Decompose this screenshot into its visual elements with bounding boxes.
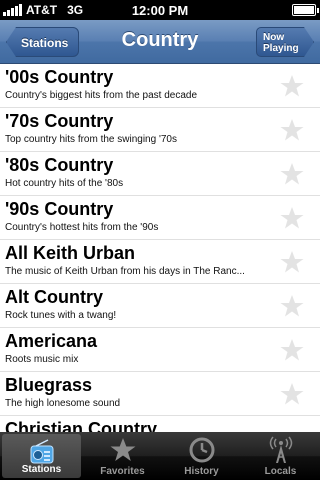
- list-item[interactable]: Christian Country: [0, 416, 320, 432]
- tab-favorites[interactable]: Favorites: [83, 432, 162, 480]
- station-subtitle: The music of Keith Urban from his days i…: [5, 266, 245, 277]
- star-icon: [110, 438, 135, 461]
- station-title: '90s Country: [5, 199, 114, 219]
- tab-label: Locals: [264, 466, 297, 477]
- tab-stations[interactable]: Stations: [2, 434, 81, 478]
- station-subtitle: Rock tunes with a twang!: [5, 310, 117, 321]
- list-item[interactable]: Americana Roots music mix: [0, 328, 320, 372]
- now-playing-line1: Now: [263, 32, 285, 43]
- station-subtitle: Roots music mix: [5, 354, 79, 365]
- station-title: Alt Country: [5, 287, 103, 307]
- tab-locals[interactable]: Locals: [241, 432, 320, 480]
- station-title: Christian Country: [5, 419, 158, 432]
- station-subtitle: Country's biggest hits from the past dec…: [5, 90, 198, 101]
- station-subtitle: Hot country hits of the '80s: [5, 178, 124, 189]
- now-playing-line2: Playing: [263, 43, 299, 54]
- station-title: Americana: [5, 331, 98, 351]
- list-item[interactable]: Alt Country Rock tunes with a twang!: [0, 284, 320, 328]
- now-playing-button[interactable]: Now Playing: [256, 27, 314, 57]
- tab-label: Favorites: [100, 466, 145, 477]
- list-item[interactable]: '90s Country Country's hottest hits from…: [0, 196, 320, 240]
- station-title: '80s Country: [5, 155, 114, 175]
- tab-label: Stations: [21, 464, 62, 475]
- station-title: All Keith Urban: [5, 243, 136, 263]
- favorite-star-icon[interactable]: [280, 162, 304, 186]
- navigation-bar: Stations Country Now Playing: [0, 20, 320, 64]
- clock-icon: [189, 437, 214, 463]
- status-bar: AT&T 3G 12:00 PM: [0, 0, 320, 20]
- favorite-star-icon[interactable]: [280, 338, 304, 362]
- station-title: '00s Country: [5, 67, 114, 87]
- list-item[interactable]: All Keith Urban The music of Keith Urban…: [0, 240, 320, 284]
- battery-icon: [292, 4, 319, 16]
- station-subtitle: Top country hits from the swinging '70s: [5, 134, 177, 145]
- list-item[interactable]: Bluegrass The high lonesome sound: [0, 372, 320, 416]
- favorite-star-icon[interactable]: [280, 294, 304, 318]
- favorite-star-icon[interactable]: [280, 250, 304, 274]
- favorite-star-icon[interactable]: [280, 74, 304, 98]
- radio-icon: [30, 439, 53, 464]
- favorite-star-icon[interactable]: [280, 118, 304, 142]
- list-item[interactable]: '00s Country Country's biggest hits from…: [0, 64, 320, 108]
- station-list[interactable]: '00s Country Country's biggest hits from…: [0, 64, 320, 432]
- list-item[interactable]: '70s Country Top country hits from the s…: [0, 108, 320, 152]
- favorite-star-icon[interactable]: [280, 382, 304, 406]
- station-subtitle: The high lonesome sound: [5, 398, 121, 409]
- tab-label: History: [184, 466, 219, 477]
- station-title: '70s Country: [5, 111, 114, 131]
- station-subtitle: Country's hottest hits from the '90s: [5, 222, 159, 233]
- tab-bar: Stations Favorites History Locals: [0, 432, 320, 480]
- list-item[interactable]: '80s Country Hot country hits of the '80…: [0, 152, 320, 196]
- station-title: Bluegrass: [5, 375, 93, 395]
- antenna-icon: [269, 436, 292, 463]
- favorite-star-icon[interactable]: [280, 206, 304, 230]
- clock: 12:00 PM: [131, 3, 189, 18]
- tab-history[interactable]: History: [162, 432, 241, 480]
